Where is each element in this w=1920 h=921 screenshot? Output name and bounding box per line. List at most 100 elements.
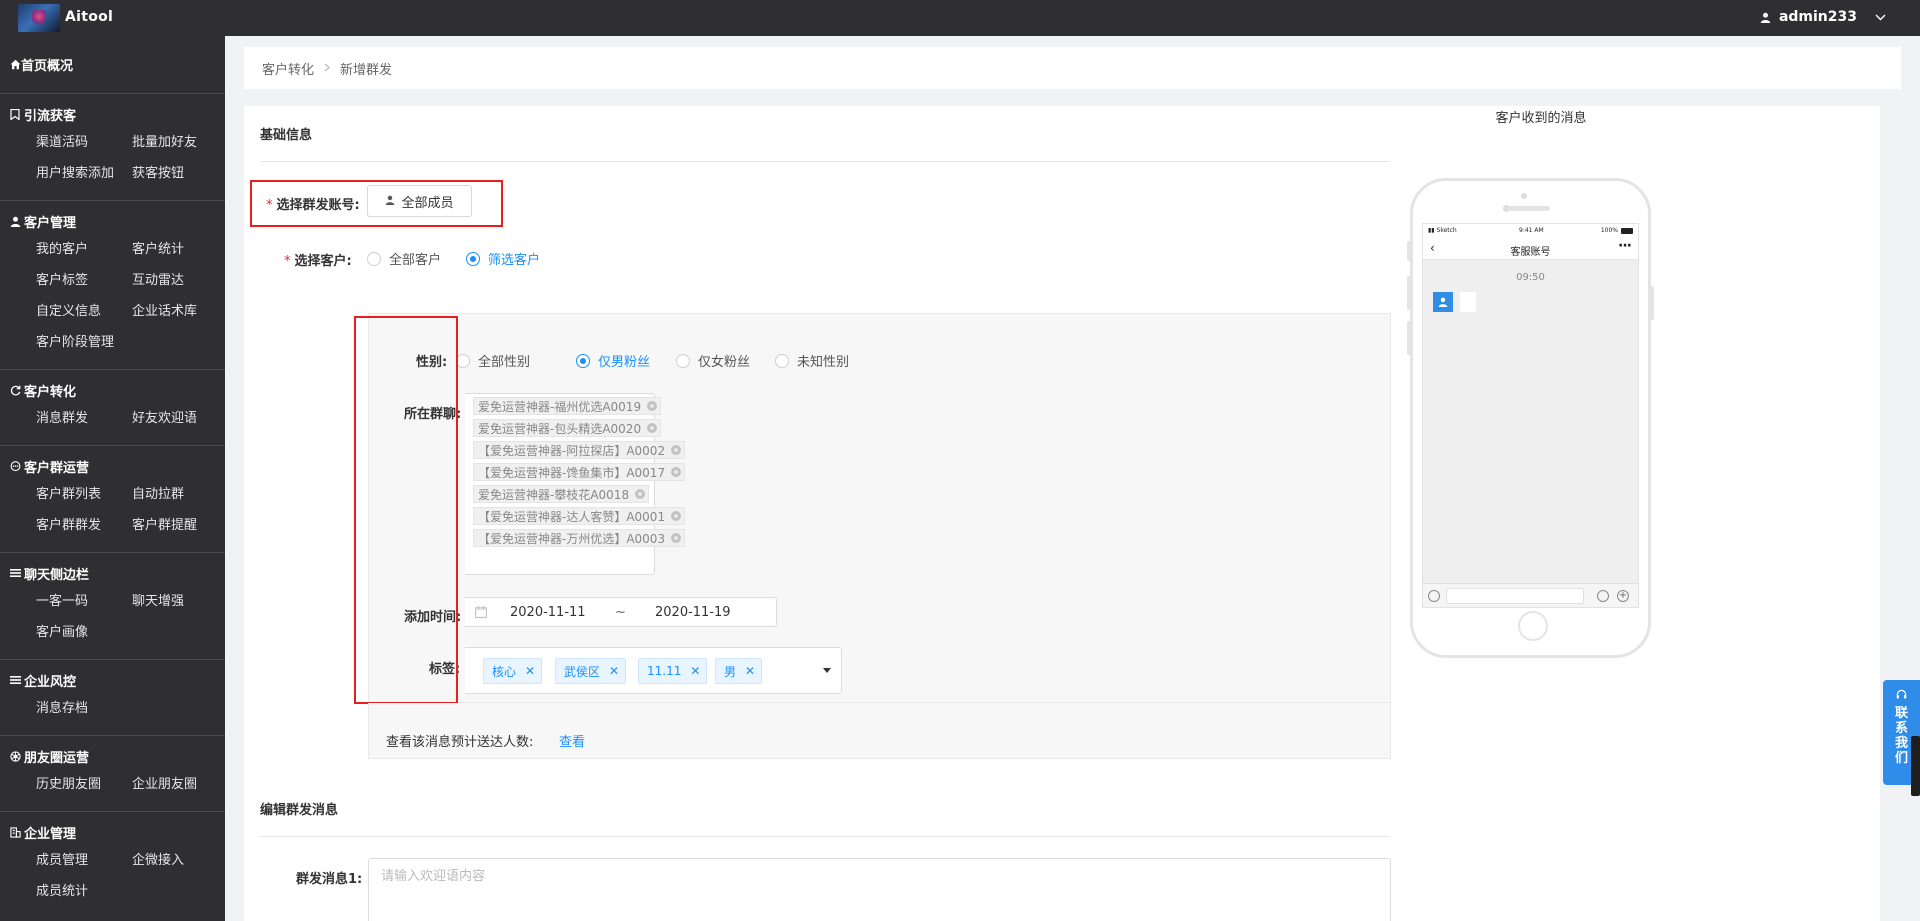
date-start[interactable]: 2020-11-11 bbox=[510, 605, 586, 620]
sidebar-item-member-manage[interactable]: 成员管理 bbox=[36, 845, 132, 876]
phone-status-bar: ▮▮ Sketch 9:41 AM 100% bbox=[1423, 224, 1638, 238]
sidebar-item-welcome-message[interactable]: 好友欢迎语 bbox=[132, 403, 225, 434]
sidebar-group-enterprise: 企业管理 成员管理 企微接入 成员统计 bbox=[0, 812, 225, 918]
phone-home-button bbox=[1518, 611, 1548, 641]
sidebar-item-home[interactable]: 首页概况 bbox=[0, 36, 225, 94]
sidebar-group-title[interactable]: 企业风控 bbox=[0, 670, 225, 690]
remove-icon[interactable] bbox=[647, 423, 658, 433]
sidebar-item-customer-profile[interactable]: 客户画像 bbox=[36, 617, 132, 648]
sidebar-item-wecom-connect[interactable]: 企微接入 bbox=[132, 845, 225, 876]
building-icon bbox=[9, 826, 21, 838]
sidebar-item-channel-code[interactable]: 渠道活码 bbox=[36, 127, 132, 158]
sidebar-group-customers: 客户管理 我的客户 客户统计 客户标签 互动雷达 自定义信息 企业话术库 客户阶… bbox=[0, 201, 225, 370]
sidebar-item-customer-tags[interactable]: 客户标签 bbox=[36, 265, 132, 296]
sidebar-group-title[interactable]: 朋友圈运营 bbox=[0, 746, 225, 766]
avatar bbox=[1433, 292, 1453, 312]
remove-icon[interactable] bbox=[647, 401, 658, 411]
tag-select[interactable]: 核心 ✕ 武侯区 ✕ 11.11 ✕ 男 ✕ bbox=[465, 647, 842, 694]
aperture-icon bbox=[9, 750, 21, 762]
sidebar-group-title[interactable]: 客户群运营 bbox=[0, 456, 225, 476]
tag-chip: 11.11 ✕ bbox=[638, 658, 708, 684]
main-area: 客户转化 新增群发 基础信息 * 选择群发账号: 全部成员 * 选择客户: 全部客户… bbox=[225, 36, 1920, 921]
emoji-icon bbox=[1597, 590, 1609, 602]
preview-link[interactable]: 查看 bbox=[559, 731, 585, 750]
divider bbox=[260, 161, 1390, 162]
user-icon bbox=[9, 215, 21, 227]
sidebar-item-group-mass[interactable]: 客户群群发 bbox=[36, 510, 132, 541]
close-icon[interactable]: ✕ bbox=[690, 664, 700, 678]
radio-gender-unknown[interactable]: 未知性别 bbox=[775, 351, 849, 370]
phone-clock: 9:41 AM bbox=[1519, 227, 1544, 234]
sidebar-item-custom-info[interactable]: 自定义信息 bbox=[36, 296, 132, 327]
divider bbox=[260, 836, 1390, 837]
close-icon[interactable]: ✕ bbox=[745, 664, 755, 678]
chat-title: 客服账号 bbox=[1510, 247, 1551, 258]
radio-gender-female[interactable]: 仅女粉丝 bbox=[676, 351, 750, 370]
sidebar-group-title[interactable]: 客户转化 bbox=[0, 380, 225, 400]
sidebar-item-batch-add[interactable]: 批量加好友 bbox=[132, 127, 225, 158]
remove-icon[interactable] bbox=[671, 511, 682, 521]
sidebar-item-my-customers[interactable]: 我的客户 bbox=[36, 234, 132, 265]
remove-icon[interactable] bbox=[671, 467, 682, 477]
sidebar-item-moments-history[interactable]: 历史朋友圈 bbox=[36, 769, 132, 800]
sidebar-item-search-add[interactable]: 用户搜索添加 bbox=[36, 158, 132, 189]
remove-icon[interactable] bbox=[671, 445, 682, 455]
app-logo[interactable] bbox=[18, 4, 60, 32]
user-menu[interactable]: admin233 bbox=[1760, 9, 1886, 25]
home-icon bbox=[9, 59, 21, 71]
sidebar-item-customer-stats[interactable]: 客户统计 bbox=[132, 234, 225, 265]
breadcrumb: 客户转化 新增群发 bbox=[244, 47, 1901, 89]
user-icon bbox=[385, 194, 395, 209]
scrollbar-thumb[interactable] bbox=[1911, 736, 1920, 796]
group-tag: 【爱免运营神器-馋鱼集市】A0017 bbox=[473, 463, 686, 481]
sidebar-group-title[interactable]: 企业管理 bbox=[0, 822, 225, 842]
bookmark-icon bbox=[9, 108, 21, 120]
sidebar-group-risk: 企业风控 消息存档 bbox=[0, 660, 225, 736]
signal-icon: ▮▮ Sketch bbox=[1428, 227, 1457, 234]
close-icon[interactable]: ✕ bbox=[525, 664, 535, 678]
sidebar-item-chat-enhance[interactable]: 聊天增强 bbox=[132, 586, 225, 617]
sidebar-item-interaction-radar[interactable]: 互动雷达 bbox=[132, 265, 225, 296]
preview-text: 查看该消息预计送达人数: bbox=[386, 735, 534, 750]
radio-all-customers[interactable]: 全部客户 bbox=[367, 249, 441, 268]
breadcrumb-current: 新增群发 bbox=[340, 62, 393, 78]
sidebar-group-group-ops: 客户群运营 客户群列表 自动拉群 客户群群发 客户群提醒 bbox=[0, 446, 225, 553]
breadcrumb-parent[interactable]: 客户转化 bbox=[262, 59, 314, 78]
radio-gender-male[interactable]: 仅男粉丝 bbox=[576, 351, 650, 370]
group-select[interactable]: 爱免运营神器-福州优选A0019 爱免运营神器-包头精选A0020 【爱免运营神… bbox=[465, 393, 686, 575]
select-members-button[interactable]: 全部成员 bbox=[367, 185, 472, 217]
group-tag: 【爱免运营神器-达人客赞】A0001 bbox=[473, 507, 686, 525]
sidebar-group-title[interactable]: 客户管理 bbox=[0, 211, 225, 231]
sidebar-item-customer-stages[interactable]: 客户阶段管理 bbox=[36, 327, 132, 358]
group-tag: 爱免运营神器-攀枝花A0018 bbox=[473, 485, 650, 503]
remove-icon[interactable] bbox=[671, 533, 682, 543]
sidebar-item-mass-message[interactable]: 消息群发 bbox=[36, 403, 132, 434]
date-range-picker[interactable]: 2020-11-11 ~ 2020-11-19 bbox=[465, 597, 777, 627]
phone-caption: 客户收到的消息 bbox=[1495, 111, 1587, 126]
sidebar-item-enterprise-moments[interactable]: 企业朋友圈 bbox=[132, 769, 225, 800]
more-icon: ··· bbox=[1618, 238, 1632, 254]
account-label: * 选择群发账号: bbox=[266, 198, 360, 213]
sidebar-item-script-library[interactable]: 企业话术库 bbox=[132, 296, 225, 327]
message-textarea[interactable] bbox=[369, 859, 1390, 921]
voice-icon bbox=[1428, 590, 1440, 602]
sidebar-item-acquire-button[interactable]: 获客按钮 bbox=[132, 158, 225, 189]
sidebar-group-moments: 朋友圈运营 历史朋友圈 企业朋友圈 bbox=[0, 736, 225, 812]
remove-icon[interactable] bbox=[635, 489, 646, 499]
sidebar-group-title[interactable]: 引流获客 bbox=[0, 104, 225, 124]
radio-gender-all[interactable]: 全部性别 bbox=[456, 351, 530, 370]
radio-filter-customers[interactable]: 筛选客户 bbox=[466, 249, 540, 268]
sidebar-item-auto-pull[interactable]: 自动拉群 bbox=[132, 479, 225, 510]
close-icon[interactable]: ✕ bbox=[609, 664, 619, 678]
date-end[interactable]: 2020-11-19 bbox=[655, 605, 731, 620]
chat-nav-bar: ‹ 客服账号 ··· bbox=[1423, 238, 1638, 260]
message-textarea-wrap bbox=[368, 858, 1391, 921]
caret-down-icon[interactable] bbox=[823, 668, 831, 673]
sidebar-item-group-list[interactable]: 客户群列表 bbox=[36, 479, 132, 510]
sidebar-item-message-archive[interactable]: 消息存档 bbox=[36, 693, 132, 724]
sidebar-item-group-remind[interactable]: 客户群提醒 bbox=[132, 510, 225, 541]
sidebar-group-title[interactable]: 聊天侧边栏 bbox=[0, 563, 225, 583]
sidebar-item-one-code[interactable]: 一客一码 bbox=[36, 586, 132, 617]
sidebar-item-member-stats[interactable]: 成员统计 bbox=[36, 876, 132, 907]
tag-chip: 核心 ✕ bbox=[483, 658, 543, 684]
